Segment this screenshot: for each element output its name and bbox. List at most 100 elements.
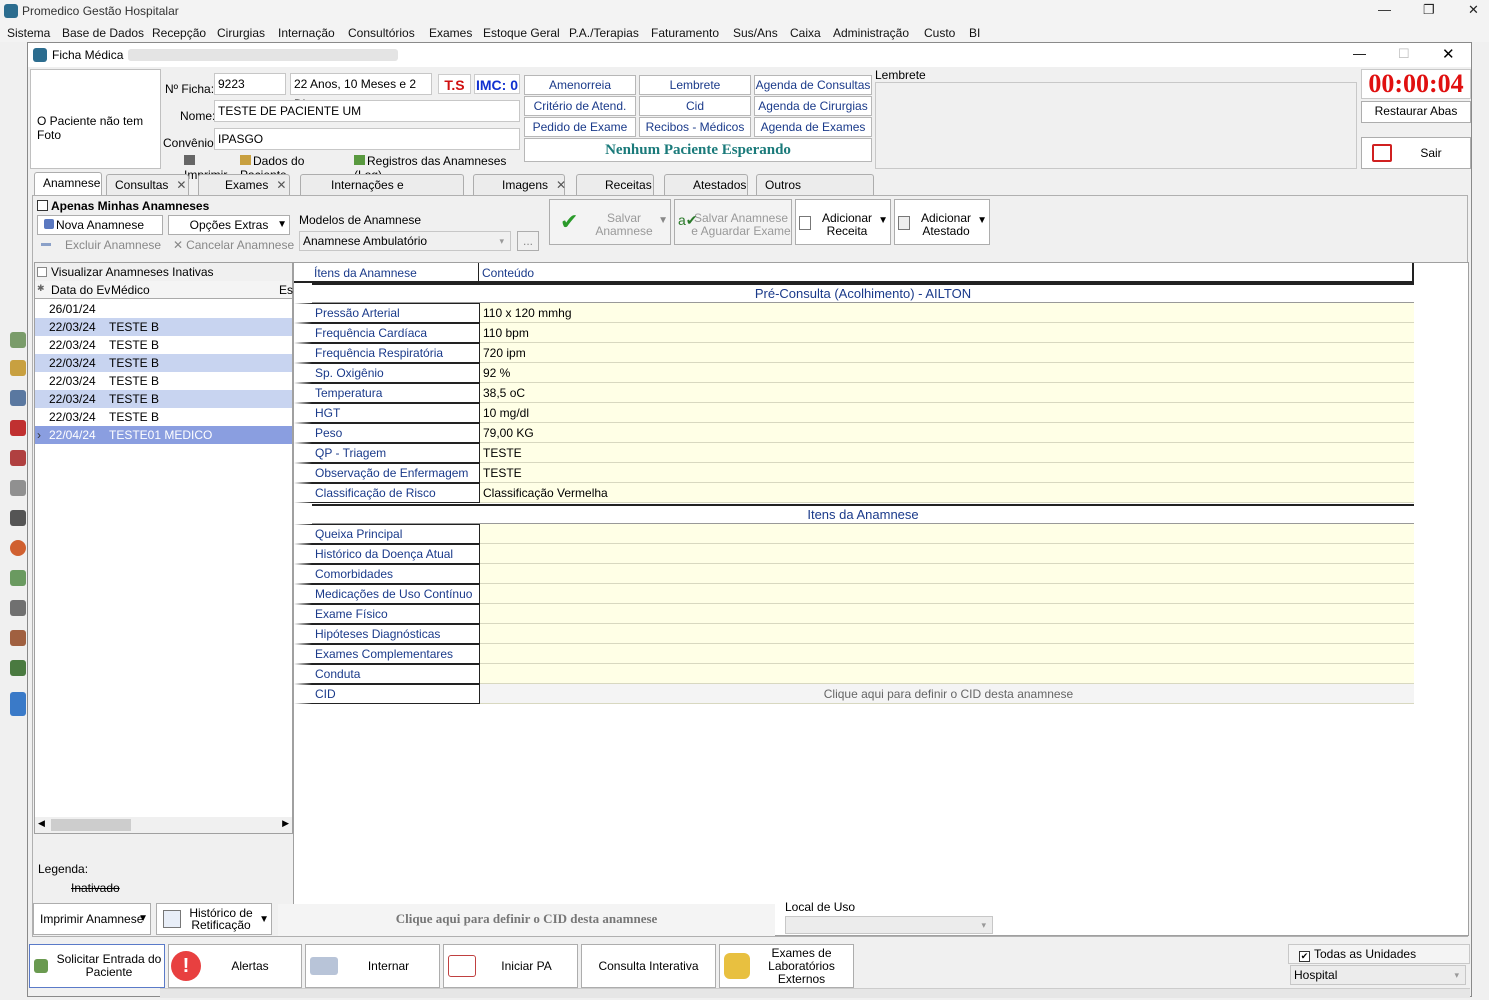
item-value[interactable]: 110 bpm [480,323,1414,343]
list-item[interactable]: Exames Complementares [294,644,1414,664]
sidebar-tool-icon[interactable] [10,420,26,436]
item-value[interactable] [480,624,1414,644]
modelo-browse-button[interactable]: ... [517,231,539,251]
apenas-minhas-checkbox[interactable]: Apenas Minhas Anamneses [37,199,209,213]
minimize-icon[interactable]: — [1378,2,1391,17]
cid-define-field[interactable]: Clique aqui para definir o CID desta ana… [278,904,775,936]
menu-custo[interactable]: Custo [924,26,955,40]
item-value[interactable] [480,544,1414,564]
scroll-left-icon[interactable]: ◀ [38,818,45,829]
salvar-dropdown-icon[interactable]: ▼ [658,214,668,227]
internar-button[interactable]: Internar [305,944,440,988]
ficha-field[interactable]: 9223 [214,73,286,95]
tab-receitas[interactable]: Receitas [576,174,654,195]
pedido-exame-link[interactable]: Pedido de Exame [524,117,636,137]
opcoes-extras-button[interactable]: Opções Extras ▼ [168,215,290,235]
convenio-field[interactable]: IPASGO [214,128,520,150]
sidebar-tool-icon[interactable] [10,510,26,526]
nova-anamnese-button[interactable]: Nova Anamnese [37,215,163,235]
item-value[interactable] [480,564,1414,584]
menu-sistema[interactable]: Sistema [7,26,50,40]
exames-laboratorios-button[interactable]: Exames de Laboratórios Externos [719,944,854,988]
imprimir-anamnese-button[interactable]: Imprimir Anamnese ▼ [33,903,151,935]
local-uso-select[interactable]: ▾ [785,916,993,934]
registros-log-button[interactable]: Registros das Anamneses (Log) [354,154,524,182]
cid-hint[interactable]: Clique aqui para definir o CID desta ana… [480,684,1414,704]
tab-anamnese[interactable]: Anamnese [34,172,102,195]
item-value[interactable]: TESTE [480,443,1414,463]
alertas-button[interactable]: ! Alertas [168,944,302,988]
iniciar-pa-button[interactable]: Iniciar PA [443,944,578,988]
menu-consultorios[interactable]: Consultórios [348,26,415,40]
list-item[interactable]: Classificação de Risco Classificação Verm… [294,483,1414,503]
sidebar-tool-icon[interactable] [10,360,26,376]
list-item[interactable]: Medicações de Uso Contínuo [294,584,1414,604]
lembrete-link[interactable]: Lembrete [639,75,751,95]
salvar-aguardar-button[interactable]: a✔ Salvar Anamnese e Aguardar Exame [674,199,792,245]
agenda-consultas-link[interactable]: Agenda de Consultas [754,75,872,95]
menu-caixa[interactable]: Caixa [790,26,821,40]
list-item[interactable]: HGT 10 mg/dl [294,403,1414,423]
sair-button[interactable]: Sair [1361,137,1471,169]
item-value[interactable] [480,644,1414,664]
menu-bi[interactable]: BI [969,26,980,40]
list-item[interactable]: Queixa Principal [294,524,1414,544]
scroll-thumb[interactable] [51,819,131,831]
nome-field[interactable]: TESTE DE PACIENTE UM [214,100,520,122]
salvar-anamnese-button[interactable]: ✔ Salvar Anamnese ▼ [549,199,671,245]
solicitar-entrada-button[interactable]: Solicitar Entrada do Paciente [29,944,165,988]
list-item[interactable]: Conduta [294,664,1414,684]
consulta-interativa-button[interactable]: Consulta Interativa [581,944,716,988]
imc-badge[interactable]: IMC: 0 [474,74,520,94]
agenda-exames-link[interactable]: Agenda de Exames [754,117,872,137]
tab-internacoes-pedidos[interactable]: Internações e Pedidos✕ [300,174,464,212]
tab-outros-impressos[interactable]: Outros Impressos✕ [756,174,874,212]
item-value[interactable]: 720 ipm [480,343,1414,363]
tab-imagens[interactable]: Imagens ✕ [473,174,566,195]
item-value[interactable]: TESTE [480,463,1414,483]
restaurar-abas-button[interactable]: Restaurar Abas [1361,101,1471,123]
table-row[interactable]: 22/03/24 TESTE B [35,354,292,372]
receita-dropdown-icon[interactable]: ▼ [878,214,888,227]
list-item[interactable]: Comorbidades [294,564,1414,584]
sidebar-tool-icon[interactable] [10,570,26,586]
col-medico[interactable]: Médico [111,283,150,297]
table-row[interactable]: 26/01/24 [35,300,292,318]
patient-photo[interactable]: O Paciente não tem Foto [30,69,161,169]
criterio-atend-link[interactable]: Critério de Atend. [524,96,636,116]
item-value[interactable]: 92 % [480,363,1414,383]
sidebar-chart-icon[interactable] [10,540,26,556]
paciente-esperando-status[interactable]: Nenhum Paciente Esperando [524,138,872,162]
table-row[interactable]: 22/03/24 TESTE B [35,318,292,336]
item-value[interactable]: Classificação Vermelha [480,483,1414,503]
sidebar-folder-icon[interactable] [10,692,26,716]
list-item[interactable]: Histórico da Doença Atual [294,544,1414,564]
cancelar-anamnese-button[interactable]: ✕ Cancelar Anamnese [173,238,294,252]
list-item[interactable]: Hipóteses Diagnósticas [294,624,1414,644]
menu-pa-terapias[interactable]: P.A./Terapias [569,26,639,40]
sidebar-tool-icon[interactable] [10,480,26,496]
list-item[interactable]: Observação de Enfermagem TESTE [294,463,1414,483]
list-item[interactable]: QP - Triagem TESTE [294,443,1414,463]
list-item[interactable]: Peso 79,00 KG [294,423,1414,443]
todas-unidades-checkbox[interactable]: ✔ Todas as Unidades [1288,944,1470,964]
window-close-icon[interactable]: ✕ [1442,45,1455,63]
list-item[interactable]: Sp. Oxigênio 92 % [294,363,1414,383]
table-row-selected[interactable]: › 22/04/24 TESTE01 MEDICO [35,426,292,444]
imprimir-button[interactable]: Imprimir [184,154,236,182]
scroll-right-icon[interactable]: ▶ [282,818,289,829]
menu-sus-ans[interactable]: Sus/Ans [733,26,778,40]
restore-icon[interactable]: ❐ [1423,2,1435,18]
atestado-dropdown-icon[interactable]: ▼ [977,214,987,227]
sidebar-doctor-icon[interactable] [10,390,26,406]
sidebar-tool-icon[interactable] [10,600,26,616]
table-row[interactable]: 22/03/24 TESTE B [35,372,292,390]
tab-exames[interactable]: Exames ✕ [198,174,290,195]
table-row[interactable]: 22/03/24 TESTE B [35,390,292,408]
tab-close-icon[interactable]: ✕ [276,178,286,192]
list-item[interactable]: Pressão Arterial 110 x 120 mmhg [294,303,1414,323]
agenda-cirurgias-link[interactable]: Agenda de Cirurgias [754,96,872,116]
dados-paciente-button[interactable]: Dados do Paciente [240,154,352,182]
window-minimize-icon[interactable]: — [1353,46,1366,61]
unidade-select[interactable]: Hospital ▾ [1290,965,1466,985]
